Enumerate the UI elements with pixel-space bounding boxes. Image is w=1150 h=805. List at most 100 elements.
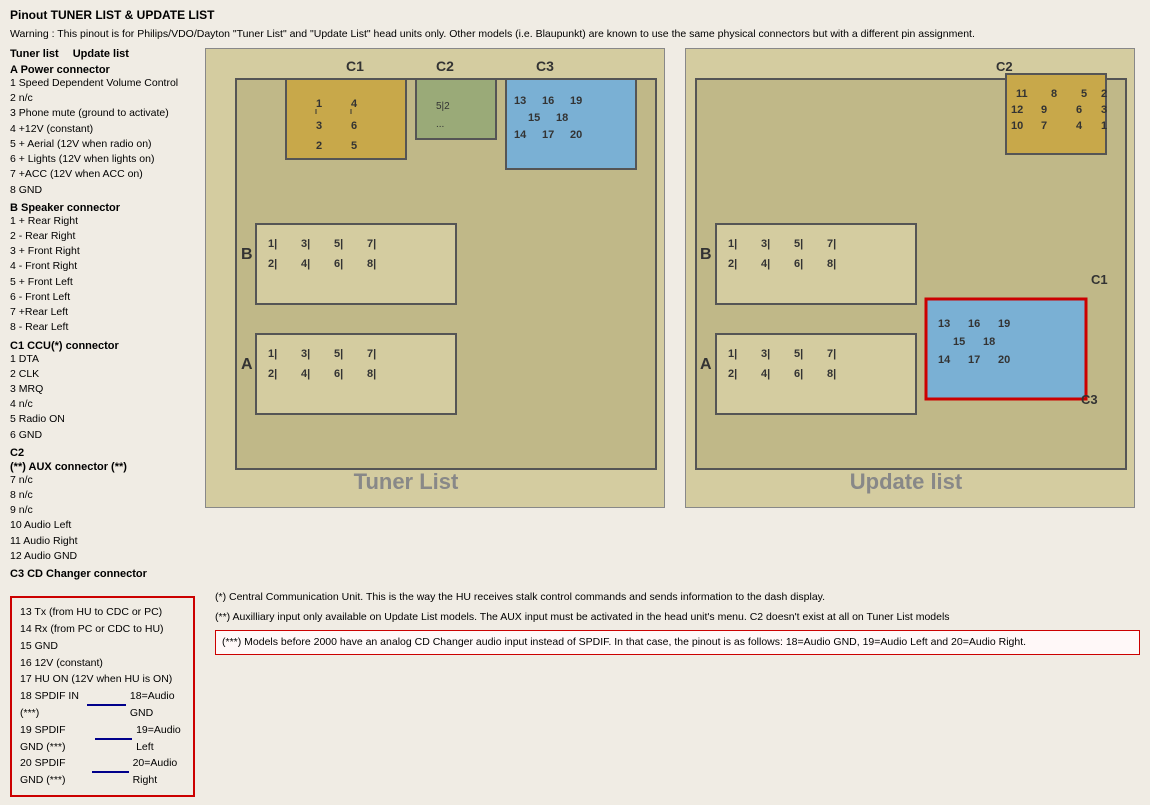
update-diagram-panel: C2 11 8 12 9 10 7 5 2 6 3 4 1 B bbox=[685, 48, 1140, 582]
svg-text:2: 2 bbox=[316, 140, 322, 152]
svg-text:7|: 7| bbox=[367, 348, 376, 360]
svg-text:1|: 1| bbox=[268, 238, 277, 250]
tuner-list-label: Tuner List bbox=[354, 469, 459, 494]
svg-text:16: 16 bbox=[542, 95, 554, 107]
c3-connector-update bbox=[926, 299, 1086, 399]
svg-text:10: 10 bbox=[1011, 120, 1023, 132]
svg-text:5|: 5| bbox=[794, 348, 803, 360]
svg-text:C1: C1 bbox=[1091, 272, 1108, 287]
item-b2: 2 - Rear Right bbox=[10, 229, 195, 244]
svg-text:15: 15 bbox=[528, 112, 540, 124]
svg-text:6|: 6| bbox=[794, 258, 803, 270]
svg-text:2|: 2| bbox=[268, 258, 277, 270]
update-list-label: Update list bbox=[850, 469, 963, 494]
svg-text:...: ... bbox=[436, 119, 444, 130]
section-c1: C1 CCU(*) connector 1 DTA 2 CLK 3 MRQ 4 … bbox=[10, 340, 195, 443]
svg-text:13: 13 bbox=[514, 95, 526, 107]
svg-text:11: 11 bbox=[1016, 88, 1028, 100]
warning-text: Warning : This pinout is for Philips/VDO… bbox=[10, 28, 1140, 40]
svg-text:2: 2 bbox=[1101, 88, 1107, 100]
svg-text:1|: 1| bbox=[728, 238, 737, 250]
svg-text:6|: 6| bbox=[334, 368, 343, 380]
item-a5: 5 + Aerial (12V when radio on) bbox=[10, 137, 195, 152]
svg-text:3: 3 bbox=[316, 120, 322, 132]
svg-text:5|: 5| bbox=[794, 238, 803, 250]
item-aux-9: 9 n/c bbox=[10, 503, 195, 518]
b-connector-tuner bbox=[256, 224, 456, 304]
svg-text:3|: 3| bbox=[761, 238, 770, 250]
item-b5: 5 + Front Left bbox=[10, 275, 195, 290]
svg-text:4|: 4| bbox=[761, 258, 770, 270]
b-label-tuner: B bbox=[241, 246, 253, 263]
section-a: A Power connector 1 Speed Dependent Volu… bbox=[10, 64, 195, 198]
a-connector-tuner bbox=[256, 334, 456, 414]
item-b4: 4 - Front Right bbox=[10, 259, 195, 274]
cdc-item-16: 16 12V (constant) bbox=[20, 655, 185, 672]
svg-text:7|: 7| bbox=[827, 238, 836, 250]
item-aux-10: 10 Audio Left bbox=[10, 518, 195, 533]
item-c1-4: 4 n/c bbox=[10, 397, 195, 412]
svg-text:15: 15 bbox=[953, 336, 965, 348]
svg-text:3|: 3| bbox=[301, 348, 310, 360]
section-c3: C3 CD Changer connector bbox=[10, 568, 195, 580]
item-aux-11: 11 Audio Right bbox=[10, 534, 195, 549]
svg-text:8|: 8| bbox=[367, 258, 376, 270]
note-aux: (**) Auxilliary input only available on … bbox=[215, 610, 1140, 626]
svg-text:9: 9 bbox=[1041, 104, 1047, 116]
cdc-item-14: 14 Rx (from PC or CDC to HU) bbox=[20, 621, 185, 638]
svg-text:4|: 4| bbox=[301, 258, 310, 270]
svg-text:1: 1 bbox=[316, 98, 322, 110]
svg-text:6|: 6| bbox=[334, 258, 343, 270]
item-a1: 1 Speed Dependent Volume Control bbox=[10, 76, 195, 91]
svg-text:2|: 2| bbox=[728, 368, 737, 380]
cdc-connector-box: 13 Tx (from HU to CDC or PC) 14 Rx (from… bbox=[10, 596, 195, 797]
svg-text:8: 8 bbox=[1051, 88, 1057, 100]
svg-text:2|: 2| bbox=[268, 368, 277, 380]
list-header: Tuner list Update list bbox=[10, 48, 195, 60]
left-panel: Tuner list Update list A Power connector… bbox=[10, 48, 195, 582]
svg-text:3|: 3| bbox=[761, 348, 770, 360]
cdc-item-20: 20 SPDIF GND (***) 20=Audio Right bbox=[20, 755, 185, 789]
svg-text:5|: 5| bbox=[334, 238, 343, 250]
item-b7: 7 +Rear Left bbox=[10, 305, 195, 320]
svg-text:1|: 1| bbox=[268, 348, 277, 360]
item-a8: 8 GND bbox=[10, 183, 195, 198]
svg-text:2|: 2| bbox=[728, 258, 737, 270]
item-aux-8: 8 n/c bbox=[10, 488, 195, 503]
item-a6: 6 + Lights (12V when lights on) bbox=[10, 152, 195, 167]
note-spdif-box: (***) Models before 2000 have an analog … bbox=[215, 630, 1140, 656]
section-c3-label: C3 CD Changer connector bbox=[10, 568, 195, 580]
bottom-section: 13 Tx (from HU to CDC or PC) 14 Rx (from… bbox=[10, 590, 1140, 797]
item-b3: 3 + Front Right bbox=[10, 244, 195, 259]
section-b: B Speaker connector 1 + Rear Right 2 - R… bbox=[10, 202, 195, 336]
note-ccu: (*) Central Communication Unit. This is … bbox=[215, 590, 1140, 606]
section-c2: C2 bbox=[10, 447, 195, 459]
svg-text:3: 3 bbox=[1101, 104, 1107, 116]
svg-text:14: 14 bbox=[514, 129, 527, 141]
svg-text:A: A bbox=[700, 356, 712, 373]
svg-text:16: 16 bbox=[968, 318, 980, 330]
section-c2-label: C2 bbox=[10, 447, 195, 459]
svg-text:5|: 5| bbox=[334, 348, 343, 360]
svg-text:17: 17 bbox=[968, 354, 980, 366]
svg-text:19: 19 bbox=[570, 95, 582, 107]
tuner-diagram-panel: C1 C2 C3 1 4 3 6 2 5 5|2 ... bbox=[205, 48, 675, 582]
section-c1-label: C1 CCU(*) connector bbox=[10, 340, 195, 352]
svg-text:5|2: 5|2 bbox=[436, 101, 450, 112]
svg-text:19: 19 bbox=[998, 318, 1010, 330]
item-b1: 1 + Rear Right bbox=[10, 214, 195, 229]
svg-text:6: 6 bbox=[351, 120, 357, 132]
section-aux: (**) AUX connector (**) 7 n/c 8 n/c 9 n/… bbox=[10, 461, 195, 564]
item-c1-2: 2 CLK bbox=[10, 367, 195, 382]
svg-text:3|: 3| bbox=[301, 238, 310, 250]
item-aux-12: 12 Audio GND bbox=[10, 549, 195, 564]
svg-text:17: 17 bbox=[542, 129, 554, 141]
svg-text:20: 20 bbox=[998, 354, 1010, 366]
c3-connector-tuner bbox=[506, 79, 636, 169]
svg-text:4: 4 bbox=[351, 98, 358, 110]
svg-text:18: 18 bbox=[983, 336, 995, 348]
cdc-item-17: 17 HU ON (12V when HU is ON) bbox=[20, 671, 185, 688]
svg-text:18: 18 bbox=[556, 112, 568, 124]
svg-text:7|: 7| bbox=[827, 348, 836, 360]
item-c1-5: 5 Radio ON bbox=[10, 412, 195, 427]
